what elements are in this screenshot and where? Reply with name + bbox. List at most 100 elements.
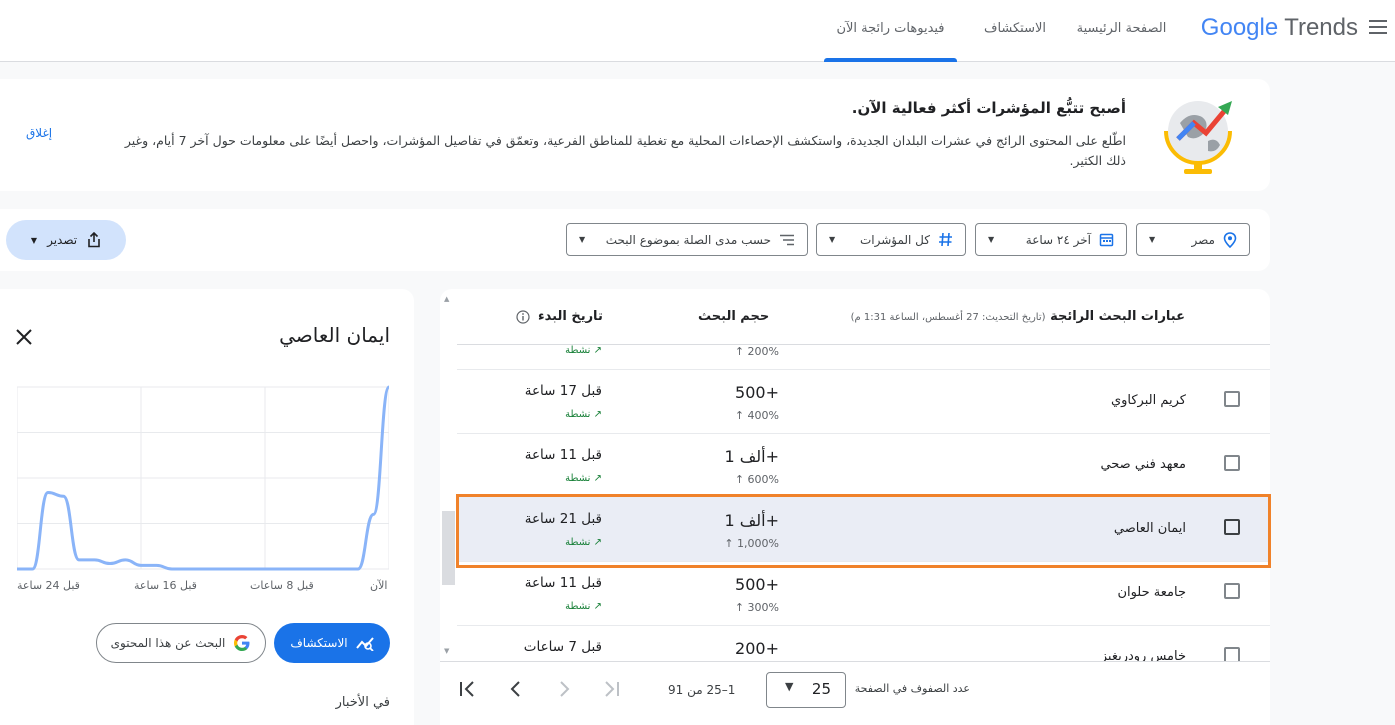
export-button[interactable]: تصدير ▼ xyxy=(6,220,126,260)
updated-timestamp: (تاريخ التحديث: 27 أغسطس، الساعة 1:31 م) xyxy=(850,312,1046,323)
search-volume: +500 xyxy=(735,575,779,594)
dropdown-caret-icon: ▼ xyxy=(829,235,836,244)
row-checkbox[interactable] xyxy=(1224,647,1240,661)
rows-per-page-select[interactable]: ▼ 25 xyxy=(766,672,846,708)
status-label: نشطة xyxy=(565,537,591,548)
top-app-bar: Google Trends الصفحة الرئيسية الاستكشاف ف… xyxy=(0,0,1395,62)
trend-name[interactable]: خامس رودريغيز xyxy=(1101,649,1186,661)
rows-per-page-label: عدد الصفوف في الصفحة xyxy=(854,682,970,695)
share-export-icon xyxy=(88,232,100,248)
status-badge: ↗ نشطة xyxy=(565,409,602,420)
menu-icon[interactable] xyxy=(1369,20,1387,36)
volume-change: ↑ 1,000% xyxy=(724,537,779,550)
search-content-button[interactable]: البحث عن هذا المحتوى xyxy=(96,623,266,663)
status-label: نشطة xyxy=(565,409,591,420)
dropdown-caret-icon: ▼ xyxy=(988,235,995,244)
location-filter[interactable]: مصر ▼ xyxy=(1136,223,1250,256)
page-range: 1–25 من 91 xyxy=(668,683,736,697)
table-row[interactable]: كريم البركاوي +500 ↑ 400% قبل 17 ساعة ↗ … xyxy=(457,369,1270,434)
search-volume: +500 xyxy=(735,383,779,402)
tab-trending-now[interactable]: فيديوهات رائجة الآن xyxy=(824,0,957,62)
status-badge: ↗ نشطة xyxy=(565,473,602,484)
close-icon[interactable] xyxy=(14,327,34,347)
trend-name[interactable]: ايمان العاصي xyxy=(1114,521,1186,536)
explore-trend-icon xyxy=(355,637,374,651)
status-label: نشطة xyxy=(565,601,591,612)
scroll-up-icon[interactable]: ▲ xyxy=(444,295,449,303)
trend-name[interactable]: معهد فني صحي xyxy=(1100,457,1186,472)
hashtag-icon xyxy=(939,232,952,247)
trend-name[interactable]: جامعة حلوان xyxy=(1117,585,1186,600)
category-filter[interactable]: كل المؤشرات ▼ xyxy=(816,223,966,256)
status-badge: ↗ نشطة xyxy=(565,601,602,612)
logo-google: Google xyxy=(1200,14,1279,41)
row-checkbox[interactable] xyxy=(1224,583,1240,599)
start-time: قبل 17 ساعة xyxy=(524,383,602,399)
explore-label: الاستكشاف xyxy=(290,636,348,650)
scroll-down-icon[interactable]: ▼ xyxy=(444,647,449,655)
status-label: نشطة xyxy=(565,473,591,484)
volume-change: ↑ 200% xyxy=(734,345,779,358)
status-label: نشطة xyxy=(565,345,591,356)
volume-change: ↑ 300% xyxy=(734,601,779,614)
search-volume: +200 xyxy=(735,639,779,658)
calendar-icon xyxy=(1099,233,1114,247)
row-checkbox[interactable] xyxy=(1224,519,1240,535)
google-g-icon xyxy=(234,635,250,651)
time-filter[interactable]: آخر ٢٤ ساعة ▼ xyxy=(975,223,1127,256)
col-header-started[interactable]: تاريخ البدء xyxy=(516,309,603,324)
previous-page-icon[interactable] xyxy=(505,678,527,700)
trend-name[interactable]: كريم البركاوي xyxy=(1111,393,1186,408)
info-icon[interactable] xyxy=(516,309,530,324)
start-time: قبل 11 ساعة xyxy=(524,447,602,463)
trends-table: عبارات البحث الرائجة (تاريخ التحديث: 27 … xyxy=(440,289,1270,725)
start-time: قبل 7 ساعات xyxy=(523,639,602,655)
chevron-down-icon: ▼ xyxy=(785,680,794,693)
sort-value: حسب مدى الصلة بموضوع البحث xyxy=(605,232,771,247)
dismiss-link[interactable]: إغلاق xyxy=(26,126,52,140)
table-row[interactable]: معهد فني صحي +ألف 1 ↑ 600% قبل 11 ساعة ↗… xyxy=(457,433,1270,498)
time-value: آخر ٢٤ ساعة xyxy=(1025,232,1091,247)
banner-text: اطّلع على المحتوى الرائج في عشرات البلدا… xyxy=(124,133,1126,168)
dropdown-caret-icon: ▼ xyxy=(1149,235,1156,244)
table-row[interactable]: جامعة حلوان +500 ↑ 300% قبل 11 ساعة ↗ نش… xyxy=(457,561,1270,626)
volume-change: ↑ 400% xyxy=(734,409,779,422)
trend-line-chart xyxy=(17,385,389,571)
x-axis-label: قبل 24 ساعة xyxy=(17,579,80,592)
table-row-selected[interactable]: ايمان العاصي +ألف 1 ↑ 1,000% قبل 21 ساعة… xyxy=(457,497,1270,562)
x-axis-label: الآن xyxy=(370,579,388,592)
next-page-icon[interactable] xyxy=(553,678,575,700)
explore-button[interactable]: الاستكشاف xyxy=(274,623,390,663)
tab-explore[interactable]: الاستكشاف xyxy=(975,0,1055,62)
search-volume: +ألف 1 xyxy=(724,511,779,530)
sort-filter[interactable]: حسب مدى الصلة بموضوع البحث ▼ xyxy=(566,223,808,256)
search-volume: +ألف 1 xyxy=(724,447,779,466)
table-body: ↑ 200% ↗ نشطة كريم البركاوي +500 ↑ 400% … xyxy=(457,345,1270,661)
table-row[interactable]: خامس رودريغيز +200 قبل 7 ساعات xyxy=(457,625,1270,661)
globe-illustration-icon xyxy=(1164,101,1232,174)
x-axis-label: قبل 16 ساعة xyxy=(134,579,197,592)
start-time: قبل 21 ساعة xyxy=(524,511,602,527)
news-section-title: في الأخبار xyxy=(335,695,390,710)
col-header-volume[interactable]: حجم البحث xyxy=(698,309,769,324)
col-trends-label: عبارات البحث الرائجة xyxy=(1050,309,1185,324)
scrollbar-thumb[interactable] xyxy=(442,511,455,585)
status-badge: ↗ نشطة xyxy=(565,537,602,548)
filter-bar: مصر ▼ آخر ٢٤ ساعة ▼ كل المؤشرات ▼ حسب مد… xyxy=(0,209,1270,271)
dropdown-caret-icon: ▼ xyxy=(579,235,586,244)
table-scrollbar[interactable]: ▲ ▼ xyxy=(440,289,455,661)
export-label: تصدير xyxy=(47,233,78,247)
status-badge: ↗ نشطة xyxy=(565,345,602,356)
table-row[interactable]: ↑ 200% ↗ نشطة xyxy=(457,345,1270,370)
location-value: مصر xyxy=(1191,232,1215,247)
category-value: كل المؤشرات xyxy=(859,232,930,247)
pagination-bar: عدد الصفوف في الصفحة ▼ 25 1–25 من 91 xyxy=(440,661,1270,725)
row-checkbox[interactable] xyxy=(1224,455,1240,471)
rows-per-page-value: 25 xyxy=(811,680,831,698)
row-checkbox[interactable] xyxy=(1224,391,1240,407)
tab-home[interactable]: الصفحة الرئيسية xyxy=(1074,0,1169,62)
first-page-icon[interactable] xyxy=(456,678,478,700)
col-header-trends[interactable]: عبارات البحث الرائجة (تاريخ التحديث: 27 … xyxy=(851,309,1185,324)
google-trends-logo[interactable]: Google Trends xyxy=(1201,14,1358,42)
last-page-icon[interactable] xyxy=(601,678,623,700)
